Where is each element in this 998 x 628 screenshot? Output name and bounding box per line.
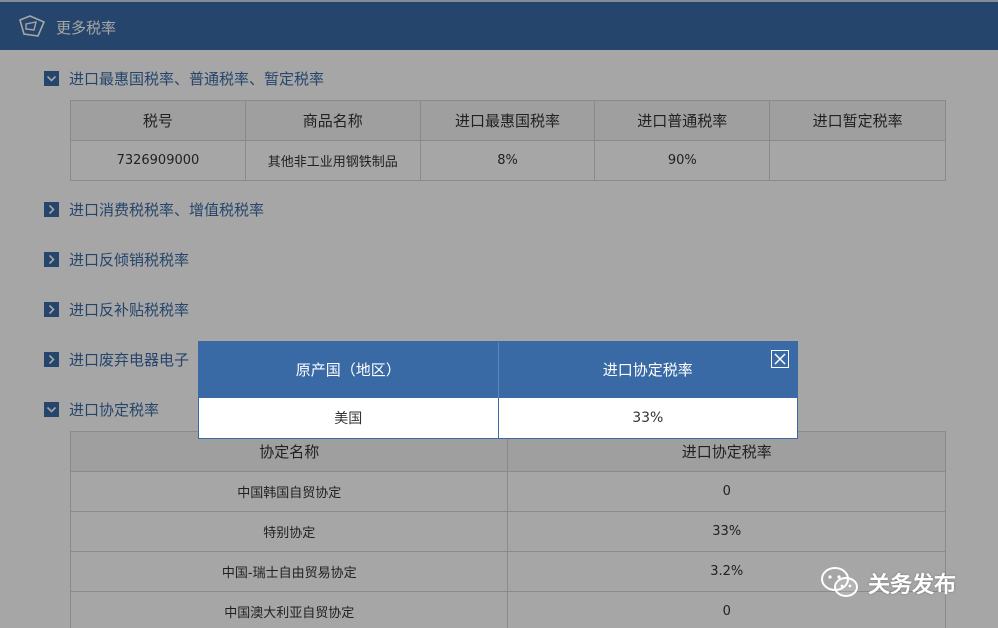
col-origin-country: 原产国（地区） — [199, 342, 499, 397]
close-icon — [774, 353, 786, 365]
close-button[interactable] — [771, 350, 789, 368]
watermark-text: 关务发布 — [868, 573, 957, 598]
cell-agreement-rate: 33% — [498, 396, 797, 438]
agreement-rate-modal: 原产国（地区） 进口协定税率 美国 33% — [198, 341, 798, 439]
table-row: 美国 33% — [199, 396, 797, 438]
watermark: 关务发布 — [820, 566, 956, 600]
modal-header-row: 原产国（地区） 进口协定税率 — [199, 342, 797, 397]
cell-origin-country: 美国 — [199, 396, 499, 438]
wechat-icon — [821, 567, 858, 597]
modal-table: 原产国（地区） 进口协定税率 美国 33% — [199, 342, 797, 438]
col-agreement-rate: 进口协定税率 — [498, 342, 797, 397]
modal-overlay — [0, 0, 998, 628]
